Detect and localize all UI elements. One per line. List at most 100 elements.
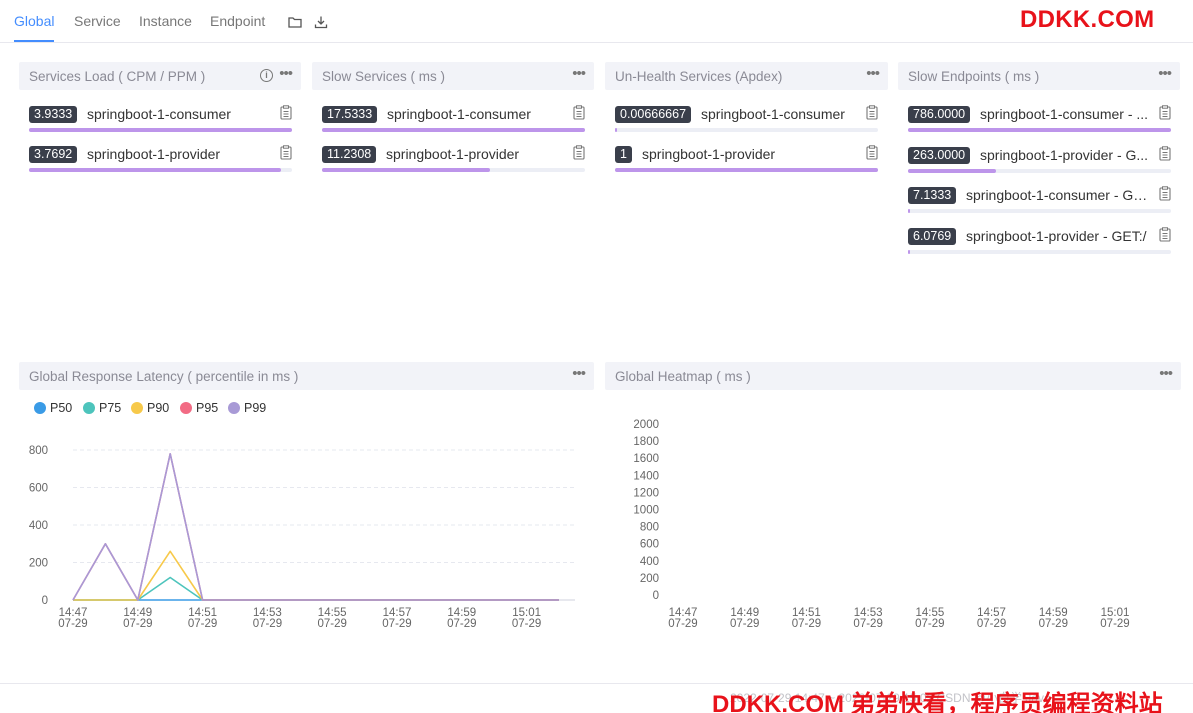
more-icon[interactable]: ••• xyxy=(279,65,293,82)
legend-item[interactable]: P75 xyxy=(83,401,121,415)
y-tick-label: 1600 xyxy=(633,453,659,465)
series-line-p90[interactable] xyxy=(73,550,559,601)
service-name: springboot-1-consumer - ... xyxy=(980,106,1149,122)
series-line-p99[interactable] xyxy=(72,452,559,601)
service-name: springboot-1-provider xyxy=(386,146,520,162)
download-icon[interactable] xyxy=(314,15,328,29)
slow-services-panel-header: Slow Services ( ms ) ••• xyxy=(312,62,594,90)
x-tick-date: 07-29 xyxy=(382,618,411,630)
service-name: springboot-1-consumer xyxy=(701,106,845,122)
progress-track xyxy=(615,128,878,132)
legend-label: P50 xyxy=(50,401,73,415)
active-tab-indicator xyxy=(14,40,54,42)
list-item[interactable]: 786.0000 springboot-1-consumer - ... xyxy=(908,104,1171,136)
copy-icon[interactable] xyxy=(866,145,878,160)
list-item[interactable]: 0.00666667 springboot-1-consumer xyxy=(615,104,878,136)
service-name: springboot-1-consumer - GE... xyxy=(966,187,1151,203)
list-item[interactable]: 6.0769 springboot-1-provider - GET:/ xyxy=(908,226,1171,258)
dashboard-tab-bar: Global Service Instance Endpoint DDKK.CO… xyxy=(0,0,1193,43)
copy-icon[interactable] xyxy=(1159,186,1171,201)
progress-fill xyxy=(615,128,617,132)
legend-label: P75 xyxy=(99,401,122,415)
tab-endpoint[interactable]: Endpoint xyxy=(210,13,265,29)
watermark-bottom: DDKK.COM 弟弟快看，程序员编程资料站 xyxy=(712,691,1163,713)
progress-fill xyxy=(29,128,292,132)
x-tick-date: 07-29 xyxy=(1039,618,1068,630)
copy-icon[interactable] xyxy=(573,105,585,120)
heatmap-chart: 020040060080010001200140016001800200014:… xyxy=(633,419,1129,630)
y-tick-label: 200 xyxy=(29,558,48,570)
panel-title: Un-Health Services (Apdex) xyxy=(615,69,783,84)
progress-track xyxy=(29,128,292,132)
copy-icon[interactable] xyxy=(1159,226,1171,242)
value-badge: 0.00666667 xyxy=(615,106,692,123)
y-tick-label: 200 xyxy=(640,573,659,585)
value-badge: 1 xyxy=(615,146,632,163)
copy-icon[interactable] xyxy=(866,105,878,120)
more-icon[interactable]: ••• xyxy=(1159,365,1173,382)
tab-global[interactable]: Global xyxy=(14,13,54,29)
y-tick-label: 1000 xyxy=(633,505,659,517)
list-item[interactable]: 1 springboot-1-provider xyxy=(615,144,878,176)
x-tick-date: 07-29 xyxy=(915,618,944,630)
tab-instance[interactable]: Instance xyxy=(139,13,192,29)
info-icon[interactable]: i xyxy=(260,69,273,82)
list-item[interactable]: 17.5333 springboot-1-consumer xyxy=(322,104,585,136)
x-tick-date: 07-29 xyxy=(447,618,476,630)
y-tick-label: 0 xyxy=(42,595,48,607)
y-tick-label: 600 xyxy=(640,539,659,551)
value-badge: 3.9333 xyxy=(29,106,78,123)
legend-swatch xyxy=(131,402,143,414)
copy-icon[interactable] xyxy=(280,105,292,120)
y-tick-label: 400 xyxy=(29,520,48,532)
panel-title: Global Response Latency ( percentile in … xyxy=(29,369,299,384)
list-item[interactable]: 11.2308 springboot-1-provider xyxy=(322,144,585,176)
legend-item[interactable]: P90 xyxy=(131,401,169,415)
x-tick-date: 07-29 xyxy=(668,618,697,630)
value-badge: 3.7692 xyxy=(29,146,78,163)
legend-item[interactable]: P50 xyxy=(34,401,72,415)
value-badge: 263.0000 xyxy=(908,146,971,164)
x-tick-date: 07-29 xyxy=(792,618,821,630)
progress-fill xyxy=(908,209,911,213)
x-tick-date: 07-29 xyxy=(853,618,882,630)
progress-track xyxy=(322,168,585,172)
legend-item[interactable]: P95 xyxy=(180,401,218,415)
tab-service[interactable]: Service xyxy=(74,13,121,29)
list-item[interactable]: 7.1333 springboot-1-consumer - GE... xyxy=(908,185,1171,217)
series-line-p95[interactable] xyxy=(72,452,559,601)
progress-fill xyxy=(322,128,585,132)
list-item[interactable]: 3.7692 springboot-1-provider xyxy=(29,144,292,176)
y-tick-label: 800 xyxy=(29,445,48,457)
more-icon[interactable]: ••• xyxy=(572,365,586,382)
x-tick-date: 07-29 xyxy=(188,618,217,630)
x-tick-date: 07-29 xyxy=(730,618,759,630)
progress-fill xyxy=(29,168,281,172)
x-tick-date: 07-29 xyxy=(512,618,541,630)
more-icon[interactable]: ••• xyxy=(1158,65,1172,82)
progress-track xyxy=(615,168,878,172)
progress-fill xyxy=(322,168,491,172)
value-badge: 7.1333 xyxy=(908,187,957,204)
copy-icon[interactable] xyxy=(573,145,585,160)
y-tick-label: 400 xyxy=(640,556,659,568)
panel-title: Global Heatmap ( ms ) xyxy=(615,369,751,384)
copy-icon[interactable] xyxy=(1159,145,1171,161)
legend-swatch xyxy=(83,402,95,414)
legend-item[interactable]: P99 xyxy=(228,401,266,415)
x-tick-date: 07-29 xyxy=(317,618,346,630)
x-tick-date: 07-29 xyxy=(977,618,1006,630)
copy-icon[interactable] xyxy=(280,145,292,160)
service-name: springboot-1-provider - GET:/ xyxy=(966,227,1147,244)
latency-panel-header: Global Response Latency ( percentile in … xyxy=(19,362,594,390)
copy-icon[interactable] xyxy=(1159,105,1171,120)
legend-label: P95 xyxy=(196,401,219,415)
x-tick-date: 07-29 xyxy=(1100,618,1129,630)
more-icon[interactable]: ••• xyxy=(866,65,880,82)
progress-track xyxy=(908,249,1171,254)
progress-track xyxy=(908,209,1171,213)
more-icon[interactable]: ••• xyxy=(572,65,586,82)
folder-icon[interactable] xyxy=(288,15,302,29)
list-item[interactable]: 3.9333 springboot-1-consumer xyxy=(29,104,292,136)
list-item[interactable]: 263.0000 springboot-1-provider - G... xyxy=(908,145,1171,177)
